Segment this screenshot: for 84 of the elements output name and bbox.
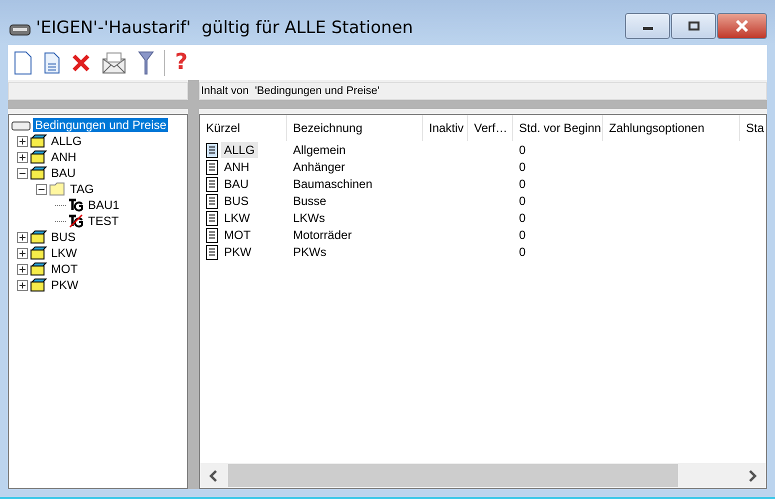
expand-icon[interactable] [17,264,28,274]
close-icon [735,20,749,32]
expand-icon[interactable] [17,280,28,290]
table-cell: 0 [519,160,526,174]
expand-icon[interactable] [17,136,28,146]
column-header[interactable]: Inaktiv [423,115,468,141]
maximize-icon [688,21,700,31]
box-icon [30,246,47,260]
table-cell: LKWs [293,210,326,224]
new-button[interactable] [12,50,34,74]
help-button[interactable]: ? [173,50,190,75]
document-icon [44,52,60,74]
column-header[interactable]: Verf… [468,115,513,141]
table-cell: 0 [519,244,526,258]
column-header[interactable]: Std. vor Beginn [513,115,603,141]
tree-item[interactable]: BAU1 [86,198,122,212]
drive-icon [9,24,31,36]
table-cell: Motorräder [293,228,352,242]
column-header[interactable]: Sta [740,115,766,141]
table-cell[interactable]: BAU [221,176,252,192]
table-cell: PKWs [293,244,326,258]
window-title: 'EIGEN'-'Haustarif' gültig für ALLE Stationen [36,18,414,38]
close-button[interactable] [717,13,767,39]
tree-item[interactable]: ANH [49,150,78,164]
tree-item[interactable]: TAG [68,182,96,196]
box-icon [30,230,47,244]
mail-button[interactable] [100,52,128,74]
table-cell: 0 [519,210,526,224]
box-icon [30,278,47,292]
delete-button[interactable] [70,54,92,72]
collapse-icon[interactable] [36,184,47,194]
tree-item[interactable]: ALLG [49,134,84,148]
tree-item[interactable]: PKW [49,278,80,292]
box-icon [30,134,47,148]
filter-button[interactable] [136,50,156,74]
column-header[interactable]: Kürzel [200,115,287,141]
document-icon [206,176,218,192]
filter-icon [138,50,154,74]
table-cell: 0 [519,142,526,156]
document-icon [206,210,218,226]
content-header: Inhalt von 'Bedingungen und Preise' [200,85,380,97]
table-cell[interactable]: ALLG [221,142,258,158]
drive-icon [11,120,31,130]
table-cell: Anhänger [293,160,346,174]
horizontal-scrollbar[interactable] [200,463,766,488]
column-header[interactable]: Zahlungsoptionen [603,115,740,141]
tree-item[interactable]: BUS [49,230,78,244]
box-icon [30,166,47,180]
box-icon [30,262,47,276]
column-header[interactable]: Bezeichnung [287,115,423,141]
table-cell[interactable]: ANH [221,158,252,174]
minimize-button[interactable] [625,13,670,39]
document-icon [206,142,218,158]
document-icon [206,244,218,260]
document-icon [206,192,218,208]
table-cell[interactable]: BUS [221,192,252,208]
table-cell: Allgemein [293,142,346,156]
table-cell: Busse [293,194,326,208]
scrollbar-thumb[interactable] [228,464,678,487]
table-cell[interactable]: MOT [221,226,254,242]
edit-button[interactable] [42,52,62,74]
table-cell: 0 [519,176,526,190]
tree-item[interactable]: BAU [49,166,78,180]
document-icon [206,226,218,242]
table-cell[interactable]: PKW [221,244,254,260]
tree-item[interactable]: LKW [49,246,80,260]
document-icon [206,158,218,174]
box-icon [30,150,47,164]
collapse-icon[interactable] [17,168,28,178]
delete-icon [72,54,90,72]
table-cell[interactable]: LKW [221,210,254,226]
tree-item[interactable]: TEST [86,214,121,228]
expand-icon[interactable] [17,232,28,242]
envelope-icon [102,52,126,74]
tree-item[interactable]: MOT [49,262,80,276]
table-cell: Baumaschinen [293,176,372,190]
folder-icon [49,182,66,196]
maximize-button[interactable] [671,13,716,39]
expand-icon[interactable] [17,248,28,258]
expand-icon[interactable] [17,152,28,162]
table-cell: 0 [519,228,526,242]
tree-item[interactable]: Bedingungen und Preise [33,118,168,132]
table-cell: 0 [519,194,526,208]
page-icon [14,50,32,74]
